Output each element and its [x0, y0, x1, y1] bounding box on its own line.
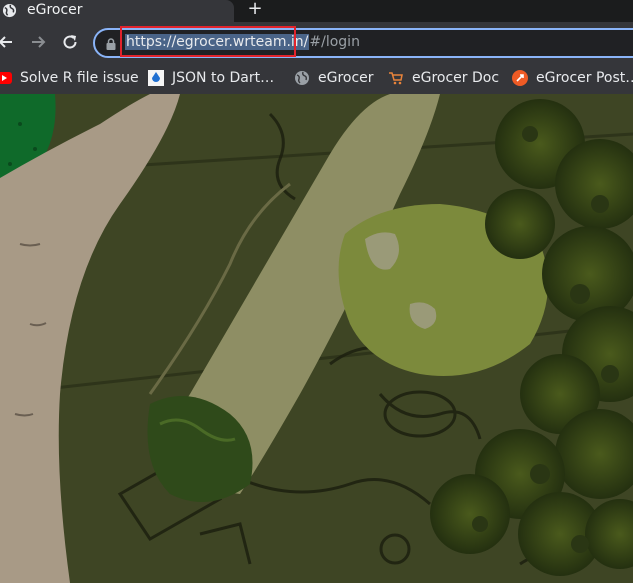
bookmark-solve-r-file[interactable]: Solve R file issue — [0, 67, 139, 89]
reload-icon[interactable] — [60, 32, 80, 52]
bookmark-egrocer[interactable]: eGrocer — [294, 67, 374, 89]
bookmark-label: JSON to Dart… — [172, 70, 275, 86]
bookmark-label: eGrocer Post… — [536, 70, 633, 86]
bookmark-egrocer-postman[interactable]: eGrocer Post… — [512, 67, 633, 89]
tab-title: eGrocer — [27, 2, 83, 18]
url-selected-text: https://egrocer.wrteam.in/ — [125, 34, 310, 50]
tab-strip: eGrocer + — [0, 0, 633, 22]
bookmark-label: Solve R file issue — [20, 70, 139, 86]
tab-egrocer[interactable]: eGrocer — [0, 0, 234, 22]
vegetables-background-image — [0, 94, 633, 583]
cart-icon — [389, 72, 403, 85]
bookmark-egrocer-doc[interactable]: eGrocer Doc — [388, 67, 499, 89]
new-tab-button[interactable]: + — [244, 0, 266, 22]
back-arrow-icon[interactable] — [0, 32, 16, 52]
bookmark-label: eGrocer Doc — [412, 70, 500, 86]
login-page-background — [0, 94, 633, 583]
bookmark-label: eGrocer — [318, 70, 374, 86]
postman-icon — [512, 70, 528, 86]
globe-icon — [295, 71, 309, 85]
url-rest-text: #/login — [309, 34, 360, 50]
lock-icon[interactable] — [104, 37, 118, 51]
url-text[interactable]: https://egrocer.wrteam.in/#/login — [125, 34, 360, 50]
bookmark-json-to-dart[interactable]: JSON to Dart… — [148, 67, 274, 89]
bookmarks-bar: Solve R file issue JSON to Dart… eGrocer… — [0, 62, 633, 94]
globe-icon — [2, 3, 17, 18]
address-bar[interactable]: https://egrocer.wrteam.in/#/login — [93, 28, 633, 58]
toolbar: https://egrocer.wrteam.in/#/login — [0, 22, 633, 62]
forward-arrow-icon[interactable] — [28, 32, 48, 52]
youtube-icon — [0, 72, 12, 84]
json-icon — [148, 70, 164, 86]
